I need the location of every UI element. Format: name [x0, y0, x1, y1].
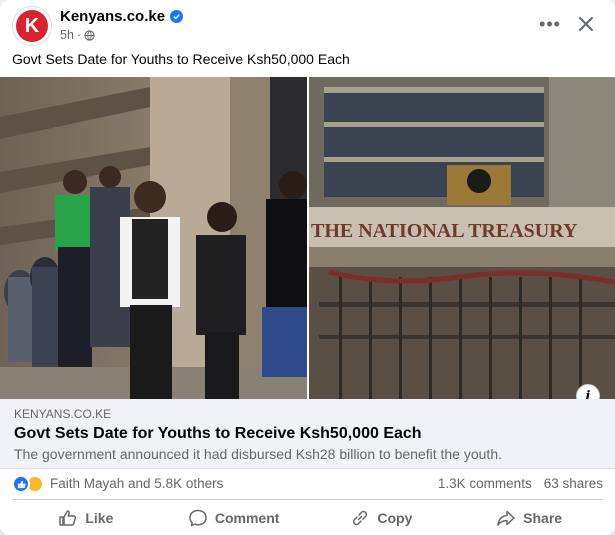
copy-button[interactable]: Copy — [308, 502, 456, 534]
thumbs-up-icon — [59, 510, 77, 526]
link-preview[interactable]: KENYANS.CO.KE Govt Sets Date for Youths … — [0, 399, 615, 469]
share-button[interactable]: Share — [455, 502, 603, 534]
comment-button[interactable]: Comment — [160, 502, 308, 534]
engagement-counts: 1.3K comments 63 shares — [438, 476, 603, 491]
more-options-icon[interactable]: ••• — [534, 8, 566, 40]
post-header: K Kenyans.co.ke 5h · ••• — [0, 0, 615, 48]
copy-label: Copy — [377, 510, 413, 526]
page-name-label[interactable]: Kenyans.co.ke — [60, 8, 165, 25]
treasury-photo[interactable]: THE NATIONAL TREASURY — [309, 77, 615, 399]
reaction-icons[interactable] — [12, 475, 48, 493]
link-domain: KENYANS.CO.KE — [14, 407, 112, 421]
comment-bubble-icon — [189, 509, 207, 527]
reactions-row: Faith Mayah and 5.8K others 1.3K comment… — [0, 470, 615, 498]
queue-photo[interactable] — [0, 77, 307, 399]
link-description: The government announced it had disburse… — [14, 446, 502, 462]
comments-count[interactable]: 1.3K comments — [438, 476, 532, 491]
post-text: Govt Sets Date for Youths to Receive Ksh… — [12, 51, 350, 67]
reaction-names[interactable]: Faith Mayah and 5.8K others — [50, 476, 223, 491]
post-time[interactable]: 5h — [60, 28, 74, 42]
shares-count[interactable]: 63 shares — [544, 476, 603, 491]
like-button[interactable]: Like — [12, 502, 160, 534]
comment-label: Comment — [214, 510, 280, 526]
verified-badge-icon — [170, 10, 184, 23]
post-card: K Kenyans.co.ke 5h · ••• Govt Sets Date … — [0, 0, 615, 535]
post-media[interactable]: THE NATIONAL TREASURY — [0, 77, 615, 399]
copy-link-icon — [353, 510, 368, 526]
kenyans-logo-icon: K — [16, 10, 48, 42]
action-bar: Like Comment Copy Share — [12, 502, 603, 534]
page-name[interactable]: Kenyans.co.ke — [60, 8, 184, 25]
post-meta: 5h · — [60, 28, 95, 42]
like-reaction-icon — [12, 475, 30, 493]
globe-icon — [84, 29, 95, 41]
treasury-sign-text: THE NATIONAL TREASURY — [311, 220, 578, 242]
actions-divider — [12, 499, 603, 500]
share-label: Share — [523, 510, 563, 526]
share-arrow-icon — [497, 510, 515, 526]
meta-separator: · — [76, 28, 82, 42]
close-icon[interactable] — [570, 8, 602, 40]
like-label: Like — [85, 510, 114, 526]
page-avatar[interactable]: K — [12, 6, 52, 46]
link-title[interactable]: Govt Sets Date for Youths to Receive Ksh… — [14, 425, 422, 443]
